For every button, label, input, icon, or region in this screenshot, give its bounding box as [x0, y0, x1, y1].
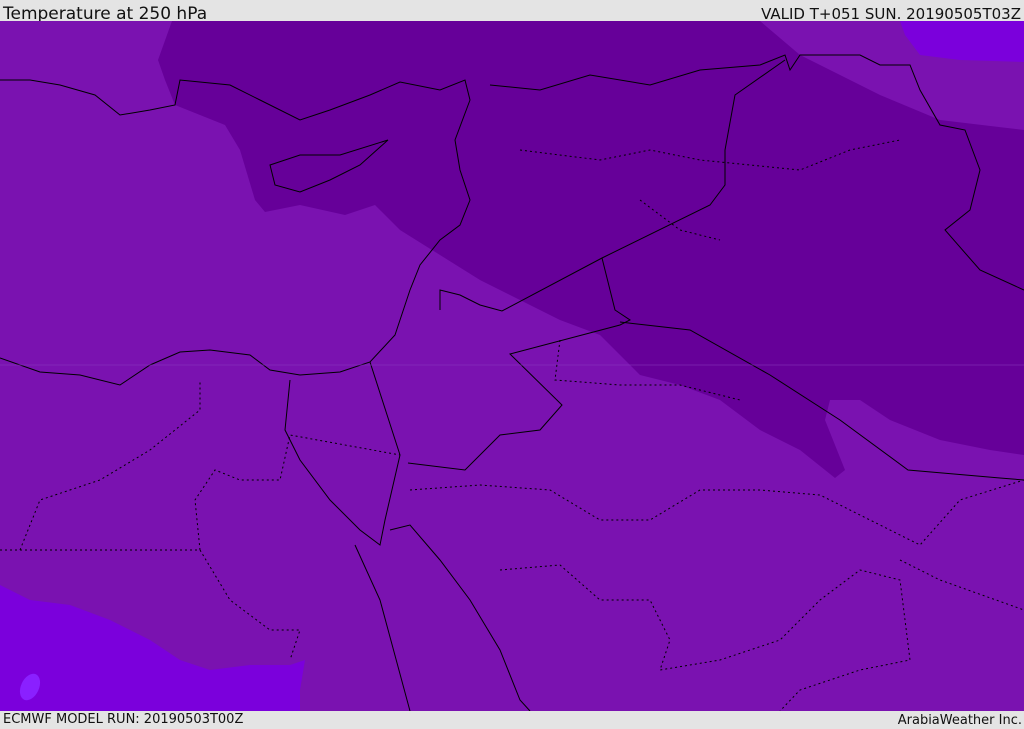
header-bar: Temperature at 250 hPa VALID T+051 SUN. … [0, 0, 1024, 24]
model-run: ECMWF MODEL RUN: 20190503T00Z [3, 712, 244, 727]
footer-bar: ECMWF MODEL RUN: 20190503T00Z ArabiaWeat… [0, 711, 1024, 729]
brand-credit: ArabiaWeather Inc. [897, 713, 1022, 728]
temperature-map [0, 21, 1024, 711]
